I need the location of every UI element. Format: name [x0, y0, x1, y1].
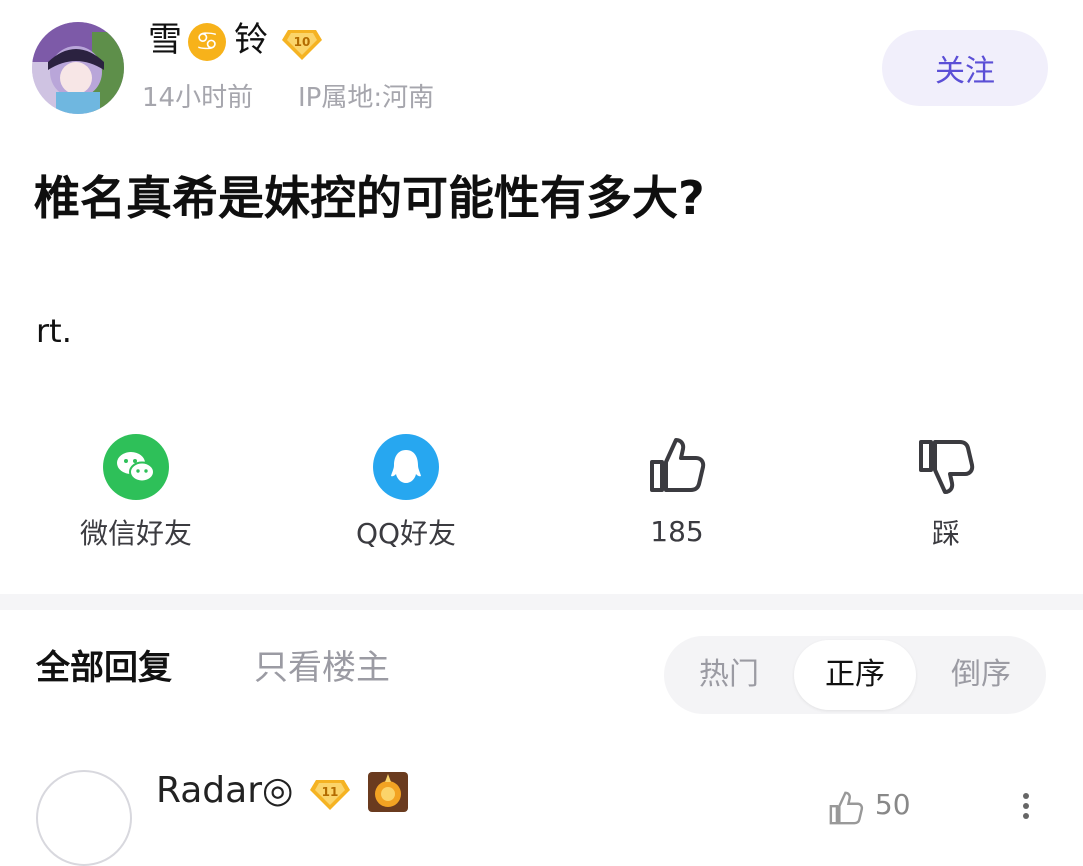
- achievement-badge-icon: [368, 772, 408, 812]
- tab-all-replies[interactable]: 全部回复: [36, 646, 172, 690]
- qq-label: QQ好友: [355, 517, 457, 550]
- comment-level-number: 11: [322, 785, 339, 799]
- post-time: 14小时前: [142, 83, 254, 113]
- author-avatar[interactable]: [32, 22, 124, 114]
- like-button[interactable]: 185: [577, 432, 777, 550]
- level-badge-icon: 10: [282, 26, 322, 62]
- wechat-icon: [103, 434, 169, 500]
- avatar-image: [32, 22, 124, 114]
- comment-author-name[interactable]: Radar◎: [156, 768, 293, 814]
- sort-hot[interactable]: 热门: [668, 640, 790, 710]
- sort-descending[interactable]: 倒序: [920, 640, 1042, 710]
- comment-avatar[interactable]: [36, 770, 132, 866]
- sort-ascending[interactable]: 正序: [794, 640, 916, 710]
- thumbs-up-icon: [644, 432, 710, 498]
- author-name-part1[interactable]: 雪: [148, 18, 182, 62]
- dislike-label: 踩: [931, 517, 960, 550]
- wechat-label: 微信好友: [79, 517, 192, 550]
- dislike-button[interactable]: 踩: [846, 434, 1046, 552]
- comment-like-button[interactable]: 50: [826, 788, 936, 828]
- post-body: rt.: [36, 312, 72, 350]
- share-qq-button[interactable]: QQ好友: [306, 434, 506, 552]
- more-options-icon[interactable]: [1016, 790, 1036, 820]
- qq-icon: [373, 434, 439, 500]
- tab-op-only[interactable]: 只看楼主: [254, 646, 390, 690]
- cancer-zodiac-icon: ♋: [188, 23, 226, 61]
- comment-like-count: 50: [874, 788, 911, 821]
- share-wechat-button[interactable]: 微信好友: [36, 434, 236, 552]
- like-count: 185: [650, 515, 704, 548]
- comment-thumbs-up-icon: [829, 791, 864, 825]
- sort-segmented-control: 热门 正序 倒序: [664, 636, 1046, 714]
- author-name-part2[interactable]: 铃: [234, 18, 268, 62]
- follow-button[interactable]: 关注: [882, 30, 1048, 106]
- comment-level-badge-icon: 11: [310, 776, 350, 812]
- post-title: 椎名真希是妹控的可能性有多大?: [34, 171, 705, 225]
- ip-location: IP属地:河南: [298, 83, 435, 113]
- level-number: 10: [294, 35, 311, 49]
- thumbs-down-icon: [913, 434, 979, 500]
- section-divider: [0, 594, 1083, 610]
